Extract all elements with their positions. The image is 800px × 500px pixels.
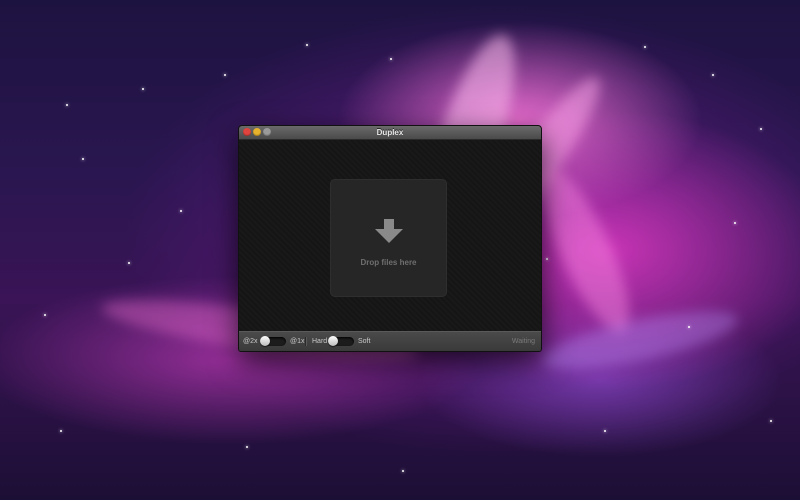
star — [60, 430, 62, 432]
toolbar-divider — [305, 337, 307, 346]
star — [82, 158, 84, 160]
edge-soft-label: Soft — [358, 338, 371, 345]
edge-hard-label: Hard — [312, 338, 328, 345]
star — [644, 46, 646, 48]
main-content: Drop files here — [239, 140, 541, 332]
drop-files-label: Drop files here — [360, 258, 417, 267]
star — [306, 44, 308, 46]
edge-toggle-switch[interactable] — [328, 336, 354, 346]
window-title: Duplex — [376, 128, 404, 137]
status-text: Waiting — [511, 338, 535, 345]
star — [128, 262, 130, 264]
star — [402, 470, 404, 472]
desktop-wallpaper: Duplex Drop files here @2x @1x Hard Soft… — [0, 0, 800, 500]
star — [770, 420, 772, 422]
duplex-app-window: Duplex Drop files here @2x @1x Hard Soft… — [238, 125, 542, 352]
star — [604, 430, 606, 432]
scale-1x-label: @1x — [290, 338, 305, 345]
star — [760, 128, 762, 130]
star — [66, 104, 68, 106]
scale-toggle-switch[interactable] — [260, 336, 286, 346]
star — [180, 210, 182, 212]
edge-toggle-knob[interactable] — [328, 336, 338, 346]
wallpaper-light-streak — [538, 299, 742, 381]
scale-2x-label: @2x — [243, 338, 258, 345]
star — [246, 446, 248, 448]
scale-toggle-knob[interactable] — [260, 336, 270, 346]
bottom-toolbar: @2x @1x Hard Soft Waiting — [239, 331, 541, 351]
star — [142, 88, 144, 90]
star — [734, 222, 736, 224]
star — [224, 74, 226, 76]
star — [688, 326, 690, 328]
star — [44, 314, 46, 316]
download-arrow-icon — [375, 219, 403, 243]
file-drop-zone[interactable]: Drop files here — [330, 179, 447, 297]
star — [390, 58, 392, 60]
star — [712, 74, 714, 76]
star — [546, 258, 548, 260]
wallpaper-light-streak — [524, 157, 646, 343]
title-bar[interactable]: Duplex — [239, 126, 541, 140]
